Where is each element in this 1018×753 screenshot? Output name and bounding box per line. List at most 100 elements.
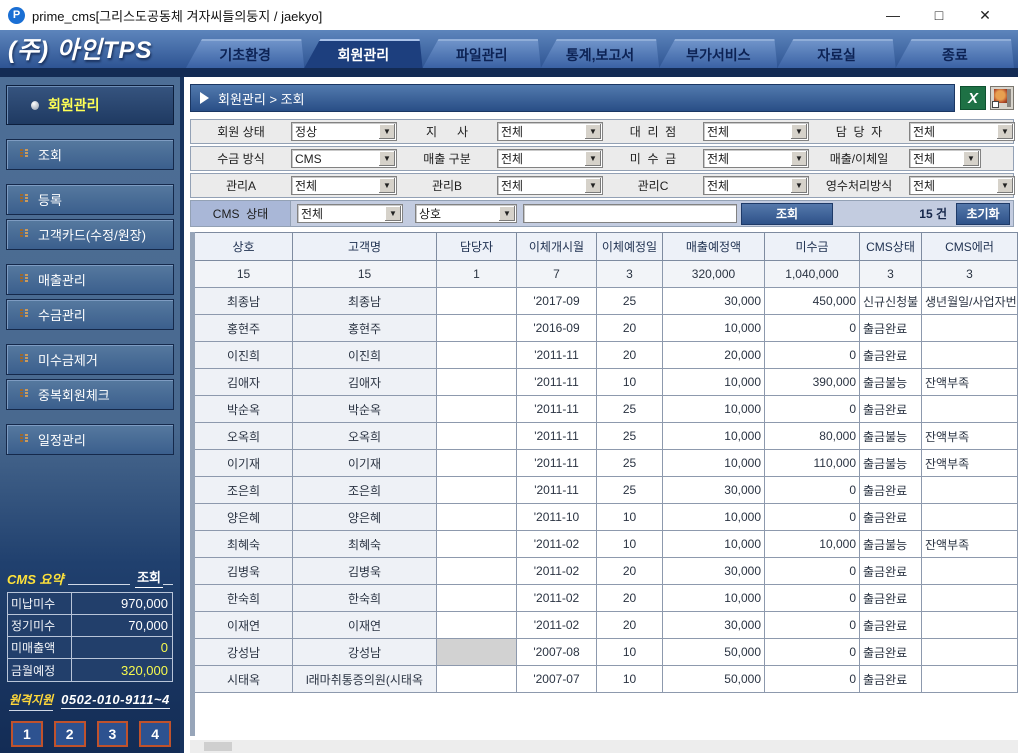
table-cell[interactable]: 10,000 (663, 585, 765, 612)
filter-dropdown[interactable]: 전체▼ (703, 149, 809, 168)
table-cell[interactable]: 최혜숙 (293, 531, 437, 558)
table-cell[interactable]: 30,000 (663, 612, 765, 639)
filter-dropdown[interactable]: 전체▼ (497, 122, 603, 141)
print-image-icon[interactable] (990, 86, 1014, 110)
table-cell[interactable] (437, 558, 517, 585)
table-cell[interactable]: 출금불능 (860, 450, 922, 477)
table-cell[interactable]: 450,000 (765, 288, 860, 315)
table-cell[interactable] (437, 450, 517, 477)
table-cell[interactable]: 0 (765, 585, 860, 612)
table-cell[interactable]: 25 (597, 423, 663, 450)
table-cell[interactable]: 10,000 (663, 504, 765, 531)
table-cell[interactable]: 잔액부족 (922, 531, 1018, 558)
table-cell[interactable]: 한숙희 (293, 585, 437, 612)
table-cell[interactable]: 생년월일/사업자번 (922, 288, 1018, 315)
table-cell[interactable]: '2011-10 (517, 504, 597, 531)
table-cell[interactable]: 박순옥 (195, 396, 293, 423)
table-cell[interactable]: 10 (597, 369, 663, 396)
table-cell[interactable] (437, 315, 517, 342)
table-cell[interactable]: 잔액부족 (922, 369, 1018, 396)
table-cell[interactable]: '2011-02 (517, 531, 597, 558)
table-cell[interactable]: 10,000 (663, 450, 765, 477)
table-cell[interactable] (922, 585, 1018, 612)
table-cell[interactable]: 25 (597, 450, 663, 477)
table-cell[interactable]: 0 (765, 558, 860, 585)
table-cell[interactable]: '2011-11 (517, 342, 597, 369)
filter-dropdown[interactable]: 전체▼ (909, 176, 1015, 195)
table-cell[interactable] (437, 342, 517, 369)
filter-dropdown[interactable]: 전체▼ (703, 122, 809, 141)
table-cell[interactable] (437, 612, 517, 639)
table-cell[interactable]: 출금완료 (860, 585, 922, 612)
table-row[interactable]: 시태옥l래마취통증의원(시태옥'2007-071050,0000출금완료 (195, 666, 1018, 693)
filter-dropdown[interactable]: 전체▼ (909, 122, 1015, 141)
table-cell[interactable]: 0 (765, 666, 860, 693)
chevron-down-icon[interactable]: ▼ (791, 124, 807, 139)
remote-button-2[interactable]: 2 (54, 721, 86, 747)
table-cell[interactable]: 최종남 (195, 288, 293, 315)
table-cell[interactable]: 20 (597, 342, 663, 369)
table-cell[interactable]: 최혜숙 (195, 531, 293, 558)
tab-archive[interactable]: 자료실 (777, 39, 895, 68)
filter-dropdown[interactable]: CMS▼ (291, 149, 397, 168)
table-cell[interactable]: '2016-09 (517, 315, 597, 342)
table-row[interactable]: 최종남최종남'2017-092530,000450,000신규신청불생년월일/사… (195, 288, 1018, 315)
table-cell[interactable]: 신규신청불 (860, 288, 922, 315)
tab-extra-service[interactable]: 부가서비스 (659, 39, 777, 68)
table-row[interactable]: 양은혜양은혜'2011-101010,0000출금완료 (195, 504, 1018, 531)
table-cell[interactable] (437, 666, 517, 693)
table-cell[interactable] (922, 666, 1018, 693)
table-cell[interactable]: 출금완료 (860, 396, 922, 423)
table-cell[interactable] (922, 639, 1018, 666)
table-cell[interactable]: '2011-11 (517, 396, 597, 423)
chevron-down-icon[interactable]: ▼ (791, 178, 807, 193)
table-cell[interactable]: 잔액부족 (922, 450, 1018, 477)
table-cell[interactable] (437, 288, 517, 315)
table-cell[interactable]: '2011-11 (517, 477, 597, 504)
table-cell[interactable]: 110,000 (765, 450, 860, 477)
table-cell[interactable]: 김애자 (293, 369, 437, 396)
table-cell[interactable]: 80,000 (765, 423, 860, 450)
table-row[interactable]: 박순옥박순옥'2011-112510,0000출금완료 (195, 396, 1018, 423)
sidebar-item-customer-card[interactable]: 고객카드(수정/원장) (6, 219, 174, 250)
table-row[interactable]: 김애자김애자'2011-111010,000390,000출금불능잔액부족 (195, 369, 1018, 396)
table-cell[interactable]: 0 (765, 504, 860, 531)
table-row[interactable]: 홍현주홍현주'2016-092010,0000출금완료 (195, 315, 1018, 342)
table-cell[interactable] (922, 396, 1018, 423)
table-cell[interactable]: 50,000 (663, 666, 765, 693)
filter-dropdown[interactable]: 전체▼ (909, 149, 981, 168)
horizontal-scrollbar[interactable] (190, 740, 1018, 753)
minimize-button[interactable]: — (870, 1, 916, 29)
excel-export-icon[interactable]: X (960, 86, 986, 110)
table-cell[interactable]: 출금완료 (860, 666, 922, 693)
table-cell[interactable]: 출금불능 (860, 531, 922, 558)
maximize-button[interactable]: □ (916, 1, 962, 29)
table-cell[interactable]: 박순옥 (293, 396, 437, 423)
table-cell[interactable]: 오옥희 (293, 423, 437, 450)
table-cell[interactable]: 30,000 (663, 477, 765, 504)
table-cell[interactable]: 출금완료 (860, 315, 922, 342)
chevron-down-icon[interactable]: ▼ (791, 151, 807, 166)
table-cell[interactable] (437, 396, 517, 423)
table-cell[interactable]: '2011-11 (517, 450, 597, 477)
table-cell[interactable]: l래마취통증의원(시태옥 (293, 666, 437, 693)
table-cell[interactable]: 0 (765, 612, 860, 639)
remote-button-4[interactable]: 4 (139, 721, 171, 747)
table-cell[interactable]: 20 (597, 315, 663, 342)
table-cell[interactable]: 20 (597, 558, 663, 585)
table-cell[interactable]: '2011-02 (517, 585, 597, 612)
table-cell[interactable]: 10,000 (663, 423, 765, 450)
table-cell[interactable]: 출금완료 (860, 612, 922, 639)
table-cell[interactable]: 10,000 (663, 396, 765, 423)
table-cell[interactable]: 10 (597, 504, 663, 531)
table-cell[interactable]: 조은희 (293, 477, 437, 504)
table-cell[interactable]: 10,000 (663, 369, 765, 396)
table-cell[interactable] (437, 531, 517, 558)
table-cell[interactable]: 30,000 (663, 558, 765, 585)
table-cell[interactable]: 출금완료 (860, 639, 922, 666)
table-cell[interactable]: 20,000 (663, 342, 765, 369)
table-cell[interactable]: 25 (597, 288, 663, 315)
reset-button[interactable]: 초기화 (956, 203, 1010, 225)
cms-status-dropdown[interactable]: 전체 ▼ (297, 204, 403, 223)
sidebar-item-sales-mgmt[interactable]: 매출관리 (6, 264, 174, 295)
